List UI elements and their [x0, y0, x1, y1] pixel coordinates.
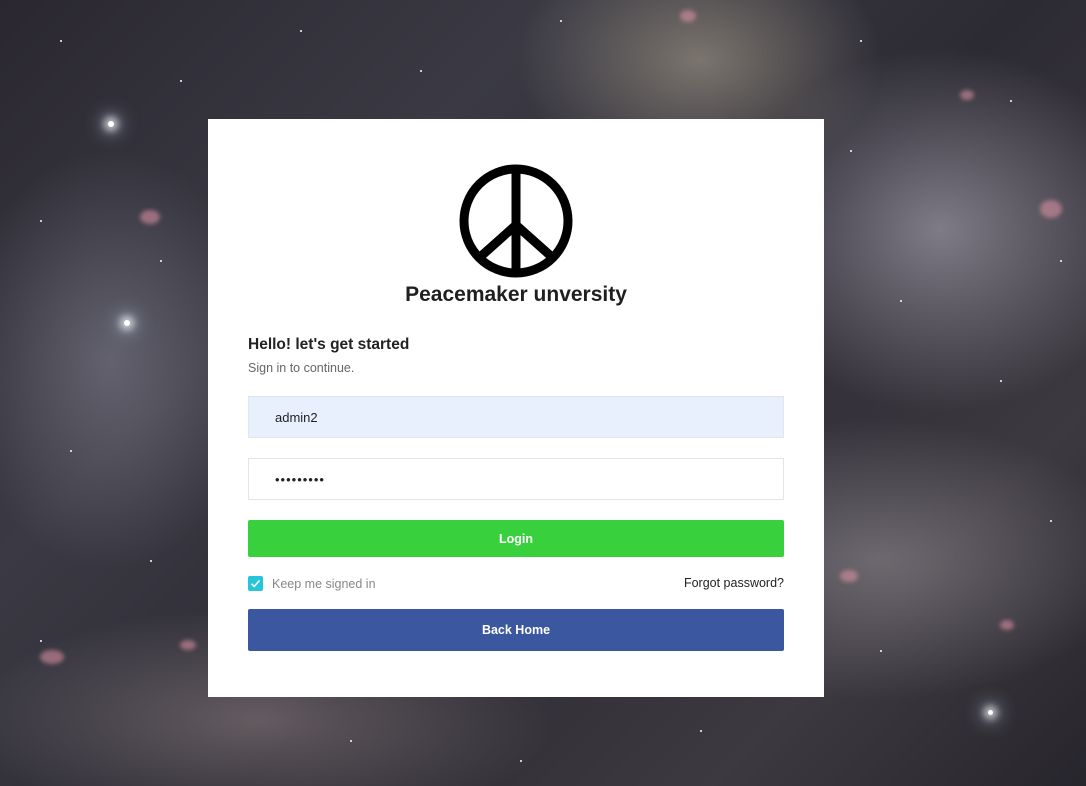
keep-signed-in-checkbox[interactable]: [248, 576, 263, 591]
keep-signed-in[interactable]: Keep me signed in: [248, 576, 376, 591]
form-heading: Hello! let's get started: [248, 336, 410, 353]
username-input[interactable]: [248, 396, 784, 438]
brand-name: Peacemaker unversity: [405, 283, 627, 306]
keep-signed-in-label: Keep me signed in: [272, 576, 376, 591]
checkmark-icon: [250, 579, 261, 588]
forgot-password-link[interactable]: Forgot password?: [684, 576, 784, 590]
password-input[interactable]: [248, 458, 784, 500]
peace-sign-icon: [459, 164, 573, 278]
login-button[interactable]: Login: [248, 520, 784, 557]
login-card: Peacemaker unversity Hello! let's get st…: [208, 119, 824, 697]
back-home-button[interactable]: Back Home: [248, 609, 784, 651]
form-subheading: Sign in to continue.: [248, 361, 355, 375]
